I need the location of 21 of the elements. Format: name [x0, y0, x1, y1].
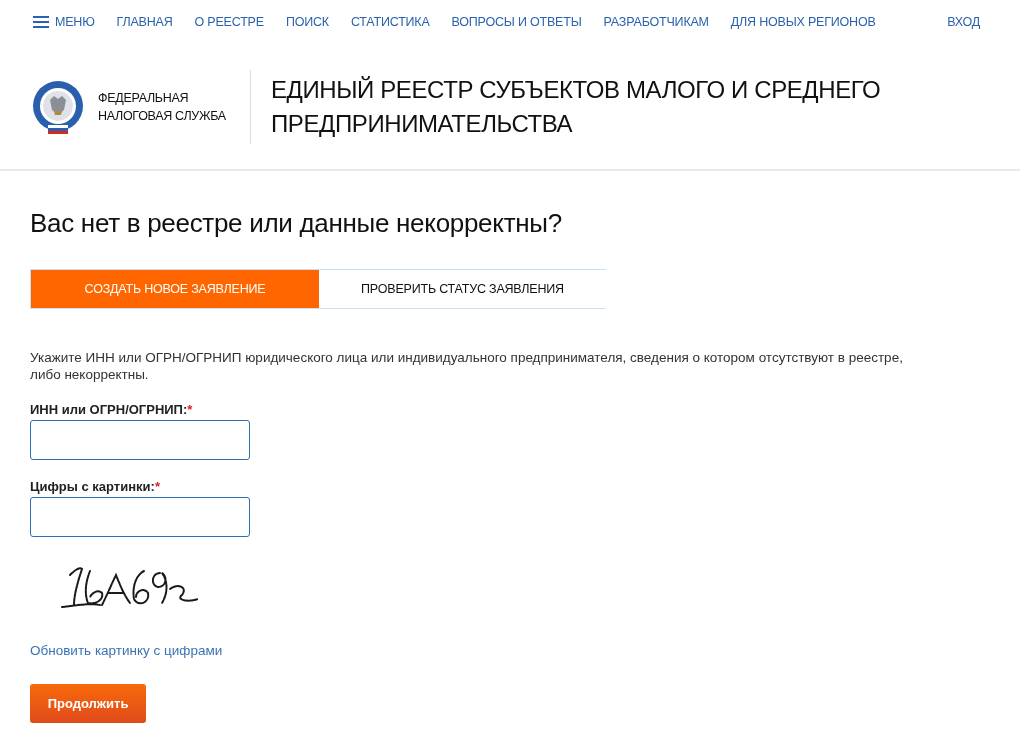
instructions-text: Укажите ИНН или ОГРН/ОГРНИП юридического лица или индивидуального предпринимателя, сведения о котором отсутствуют в реестре, либо некорректны.: [30, 349, 904, 383]
input-field[interactable]: [30, 420, 250, 460]
nav-link[interactable]: ГЛАВНАЯ: [116, 15, 173, 29]
nav-link[interactable]: СТАТИСТИКА: [350, 15, 430, 29]
continue-button[interactable]: Продолжить: [30, 684, 146, 723]
menu-icon: [33, 16, 49, 28]
page-title: Вас нет в реестре или данные некорректны?: [30, 207, 562, 240]
nav-link[interactable]: ПОИСК: [285, 15, 329, 29]
login-link[interactable]: ВХОД: [947, 15, 980, 29]
input-field[interactable]: [30, 497, 250, 537]
emblem-logo: [32, 79, 84, 134]
nav-link[interactable]: О РЕЕСТРЕ: [194, 15, 264, 29]
nav-link[interactable]: ВОПРОСЫ И ОТВЕТЫ: [451, 15, 582, 29]
refresh-captcha-link[interactable]: Обновить картинку с цифрами: [30, 643, 223, 658]
field-label: Цифры с картинки:*: [30, 479, 160, 494]
org-name: ФЕДЕРАЛЬНАЯ НАЛОГОВАЯ СЛУЖБА: [98, 89, 227, 125]
field-label: ИНН или ОГРН/ОГРНИП:*: [30, 402, 193, 417]
menu-link[interactable]: МЕНЮ: [33, 15, 95, 29]
nav-link[interactable]: РАЗРАБОТЧИКАМ: [603, 15, 709, 29]
site-title: ЕДИНЫЙ РЕЕСТР СУБЪЕКТОВ МАЛОГО И СРЕДНЕГО ПРЕДПРИНИМАТЕЛЬСТВА: [271, 74, 882, 139]
nav-link[interactable]: ДЛЯ НОВЫХ РЕГИОНОВ: [730, 15, 876, 29]
